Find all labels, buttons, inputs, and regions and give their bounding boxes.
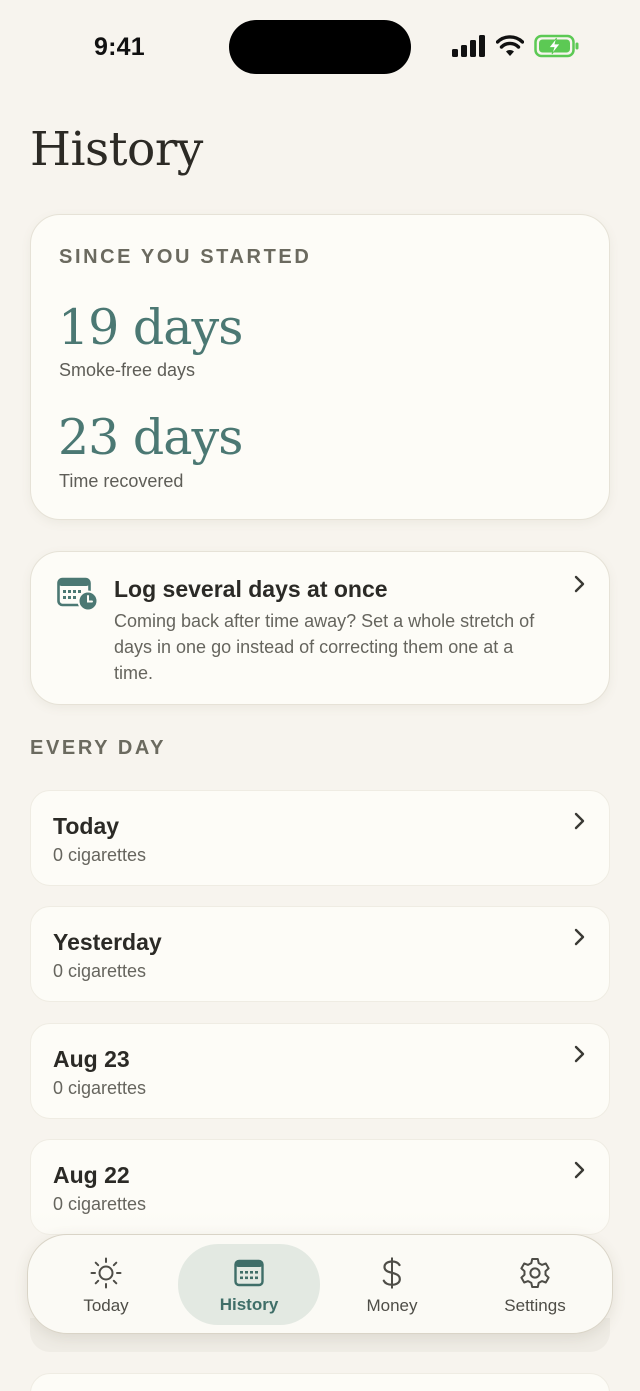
chevron-right-icon <box>574 1045 585 1063</box>
tab-label: Money <box>366 1296 418 1315</box>
day-title: Aug 22 <box>53 1162 130 1188</box>
calendar-icon <box>234 1259 264 1287</box>
signal-icon <box>452 35 485 57</box>
tab-settings[interactable]: Settings <box>465 1235 605 1335</box>
log-card-description: Coming back after time away? Set a whole… <box>114 611 535 683</box>
status-icons <box>452 34 580 58</box>
tab-today[interactable]: Today <box>36 1235 176 1335</box>
every-day-heading: EVERY DAY <box>30 737 167 759</box>
page-title: History <box>30 122 203 177</box>
tab-label: Settings <box>504 1296 566 1315</box>
log-several-days-card[interactable]: Log several days at once Coming back aft… <box>30 551 610 705</box>
time-recovered-value: 23 days <box>58 409 243 466</box>
chevron-right-icon <box>574 928 585 946</box>
history-screen: 9:41 History SINCE YOU STARTED 19 days S… <box>0 0 640 1391</box>
day-row-yesterday[interactable]: Yesterday 0 cigarettes <box>30 906 610 1002</box>
day-title: Today <box>53 813 120 839</box>
day-row-today[interactable]: Today 0 cigarettes <box>30 790 610 886</box>
day-cigarette-count: 0 cigarettes <box>53 961 147 981</box>
smoke-free-days-label: Smoke-free days <box>59 360 196 380</box>
tab-money[interactable]: Money <box>322 1235 462 1335</box>
next-row-peek <box>30 1373 610 1391</box>
day-cigarette-count: 0 cigarettes <box>53 1078 147 1098</box>
calendar-clock-icon <box>57 577 99 612</box>
tab-label: Today <box>83 1296 129 1315</box>
day-title: Aug 23 <box>53 1046 130 1072</box>
log-card-title: Log several days at once <box>114 576 388 602</box>
day-cigarette-count: 0 cigarettes <box>53 845 147 865</box>
wifi-icon <box>496 35 524 56</box>
sun-icon <box>90 1257 122 1289</box>
chevron-right-icon <box>574 1161 585 1179</box>
time-recovered-label: Time recovered <box>59 471 184 491</box>
chevron-right-icon <box>574 812 585 830</box>
since-started-heading: SINCE YOU STARTED <box>59 246 312 268</box>
tab-history[interactable]: History <box>179 1235 319 1335</box>
tab-bar: Today History Money Settings <box>27 1234 613 1334</box>
tab-label: History <box>219 1295 279 1314</box>
battery-charging-icon <box>534 34 579 58</box>
dynamic-island <box>229 20 411 74</box>
dollar-icon <box>382 1257 401 1289</box>
gear-icon <box>520 1258 550 1288</box>
day-title: Yesterday <box>53 929 162 955</box>
since-started-card: SINCE YOU STARTED 19 days Smoke-free day… <box>30 214 610 520</box>
smoke-free-days-value: 19 days <box>58 299 243 356</box>
status-time: 9:41 <box>94 33 145 61</box>
day-row-aug-23[interactable]: Aug 23 0 cigarettes <box>30 1023 610 1119</box>
chevron-right-icon <box>574 575 585 593</box>
